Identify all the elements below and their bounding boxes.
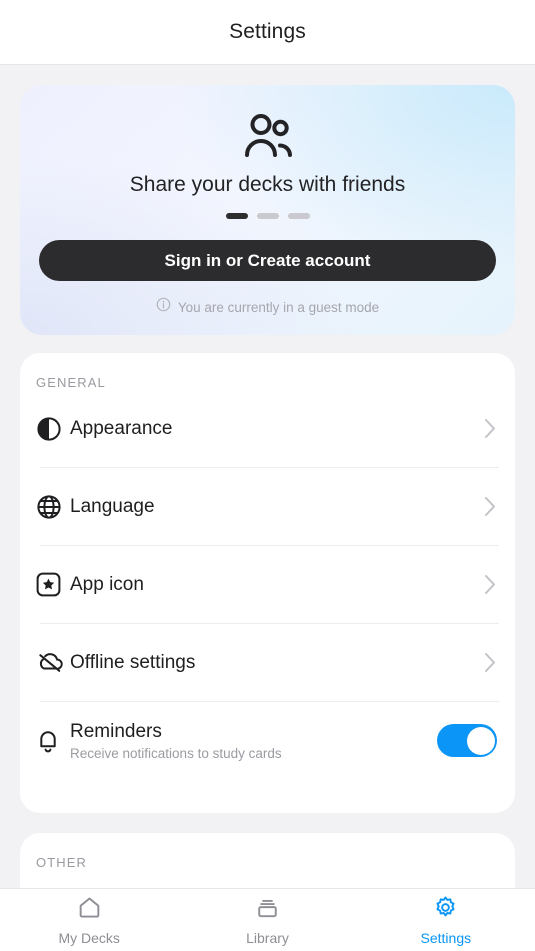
- users-icon: [20, 113, 515, 159]
- settings-row-texts: Language: [70, 495, 484, 519]
- settings-row-language[interactable]: Language: [20, 468, 515, 545]
- section-label-other: OTHER: [36, 855, 87, 870]
- carousel-dot-3[interactable]: [287, 213, 310, 219]
- carousel-pagination[interactable]: [20, 213, 515, 219]
- signin-promo-card: Share your decks with friends Sign in or…: [20, 85, 515, 335]
- settings-group-general: GENERAL Appearance Language App icon Off…: [20, 353, 515, 813]
- settings-row-offline-settings[interactable]: Offline settings: [20, 624, 515, 701]
- settings-row-texts: Reminders Receive notifications to study…: [70, 720, 437, 762]
- gear-icon: [433, 895, 458, 925]
- chevron-right-icon: [484, 652, 497, 673]
- carousel-dot-2[interactable]: [256, 213, 279, 219]
- contrast-icon: [36, 416, 70, 442]
- bell-icon: [36, 728, 70, 754]
- promo-title: Share your decks with friends: [129, 173, 406, 196]
- settings-screen: Settings Share your decks with friends S…: [0, 0, 535, 951]
- tab-label: Settings: [420, 929, 472, 946]
- bottom-navigation: My Decks Library Settings: [0, 888, 535, 951]
- settings-row-appearance[interactable]: Appearance: [20, 390, 515, 467]
- tab-library[interactable]: Library: [178, 895, 356, 946]
- tab-label: Library: [246, 929, 289, 946]
- scroll-content: Share your decks with friends Sign in or…: [0, 65, 535, 951]
- tab-label: My Decks: [58, 929, 120, 946]
- settings-row-label: App icon: [70, 573, 144, 595]
- settings-row-texts: Offline settings: [70, 651, 484, 675]
- guest-mode-notice: You are currently in a guest mode: [20, 297, 515, 317]
- settings-row-reminders[interactable]: Reminders Receive notifications to study…: [20, 702, 515, 779]
- page-title: Settings: [229, 20, 306, 43]
- tab-settings[interactable]: Settings: [357, 895, 535, 946]
- settings-row-label: Appearance: [70, 417, 173, 439]
- settings-row-texts: Appearance: [70, 417, 484, 441]
- section-label-general: GENERAL: [36, 375, 106, 390]
- cloud-off-icon: [36, 650, 70, 676]
- globe-icon: [36, 494, 70, 520]
- chevron-right-icon: [484, 496, 497, 517]
- settings-row-subtitle: Receive notifications to study cards: [70, 746, 282, 762]
- sign-in-or-create-account-button[interactable]: Sign in or Create account: [39, 240, 496, 281]
- settings-row-label: Language: [70, 495, 155, 517]
- chevron-right-icon: [484, 418, 497, 439]
- library-icon: [255, 895, 280, 925]
- carousel-dot-1[interactable]: [225, 213, 248, 219]
- page-header: Settings: [0, 0, 535, 65]
- settings-row-label: Offline settings: [70, 651, 196, 673]
- home-icon: [77, 895, 102, 925]
- reminders-toggle[interactable]: [437, 724, 497, 757]
- toggle-knob: [466, 726, 495, 755]
- settings-row-app-icon[interactable]: App icon: [20, 546, 515, 623]
- tab-my-decks[interactable]: My Decks: [0, 895, 178, 946]
- chevron-right-icon: [484, 574, 497, 595]
- settings-row-label: Reminders: [70, 720, 162, 742]
- settings-row-texts: App icon: [70, 573, 484, 597]
- info-circle-icon: [156, 297, 171, 317]
- app-icon-badge-icon: [36, 572, 70, 597]
- guest-mode-text: You are currently in a guest mode: [177, 299, 380, 315]
